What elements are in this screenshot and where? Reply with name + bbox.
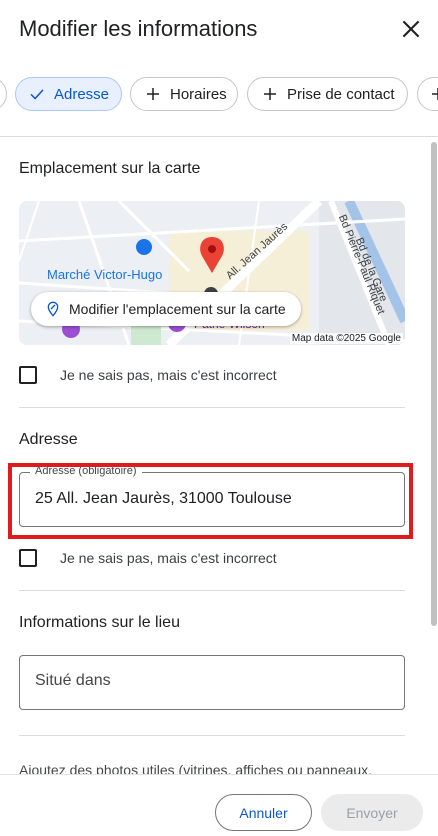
tab-horaires-label: Horaires xyxy=(170,85,227,103)
divider xyxy=(19,590,405,591)
tab-next-partial[interactable] xyxy=(417,77,438,111)
tab-prise-de-contact-label: Prise de contact xyxy=(287,85,395,103)
send-button[interactable]: Envoyer xyxy=(321,794,423,831)
highlight-box xyxy=(8,463,413,539)
edit-location-button[interactable]: Modifier l'emplacement sur la carte xyxy=(31,292,301,326)
place-section-title: Informations sur le lieu xyxy=(19,614,180,631)
edit-category-chips: Adresse Horaires Prise de contact xyxy=(0,70,438,120)
location-section-title: Emplacement sur la carte xyxy=(19,160,201,177)
edit-location-label: Modifier l'emplacement sur la carte xyxy=(69,301,286,317)
divider xyxy=(19,407,405,408)
check-icon xyxy=(30,89,44,100)
situated-in-field[interactable] xyxy=(19,655,405,710)
dialog-footer: Annuler Envoyer xyxy=(0,774,438,836)
plus-icon xyxy=(147,88,159,100)
map-poi-label: Marché Victor-Hugo xyxy=(47,267,163,282)
divider xyxy=(0,136,438,137)
location-edit-icon xyxy=(47,301,59,317)
situated-in-input[interactable] xyxy=(35,672,385,690)
location-unsure-row[interactable]: Je ne sais pas, mais c'est incorrect xyxy=(19,365,277,385)
scrollbar-thumb[interactable] xyxy=(431,142,437,626)
dialog-header: Modifier les informations xyxy=(0,0,438,60)
chip-previous-partial[interactable] xyxy=(0,77,7,111)
address-section-title: Adresse xyxy=(19,431,78,448)
tab-prise-de-contact[interactable]: Prise de contact xyxy=(247,77,408,111)
plus-icon xyxy=(264,88,276,100)
divider xyxy=(19,735,405,736)
close-icon[interactable] xyxy=(398,16,424,42)
plus-icon xyxy=(432,88,438,100)
address-unsure-checkbox[interactable] xyxy=(19,549,37,567)
location-unsure-label: Je ne sais pas, mais c'est incorrect xyxy=(60,367,277,383)
tab-horaires[interactable]: Horaires xyxy=(130,77,238,111)
map-credit: Map data ©2025 Google xyxy=(289,333,403,344)
tab-adresse[interactable]: Adresse xyxy=(15,77,122,111)
location-unsure-checkbox[interactable] xyxy=(19,366,37,384)
address-unsure-row[interactable]: Je ne sais pas, mais c'est incorrect xyxy=(19,548,277,568)
cancel-button[interactable]: Annuler xyxy=(215,794,312,831)
tab-adresse-label: Adresse xyxy=(54,85,110,103)
address-unsure-label: Je ne sais pas, mais c'est incorrect xyxy=(60,550,277,566)
dialog-title: Modifier les informations xyxy=(19,16,258,41)
location-map[interactable]: Marché Victor-Hugo Pathé Wilson All. Jea… xyxy=(19,201,405,345)
